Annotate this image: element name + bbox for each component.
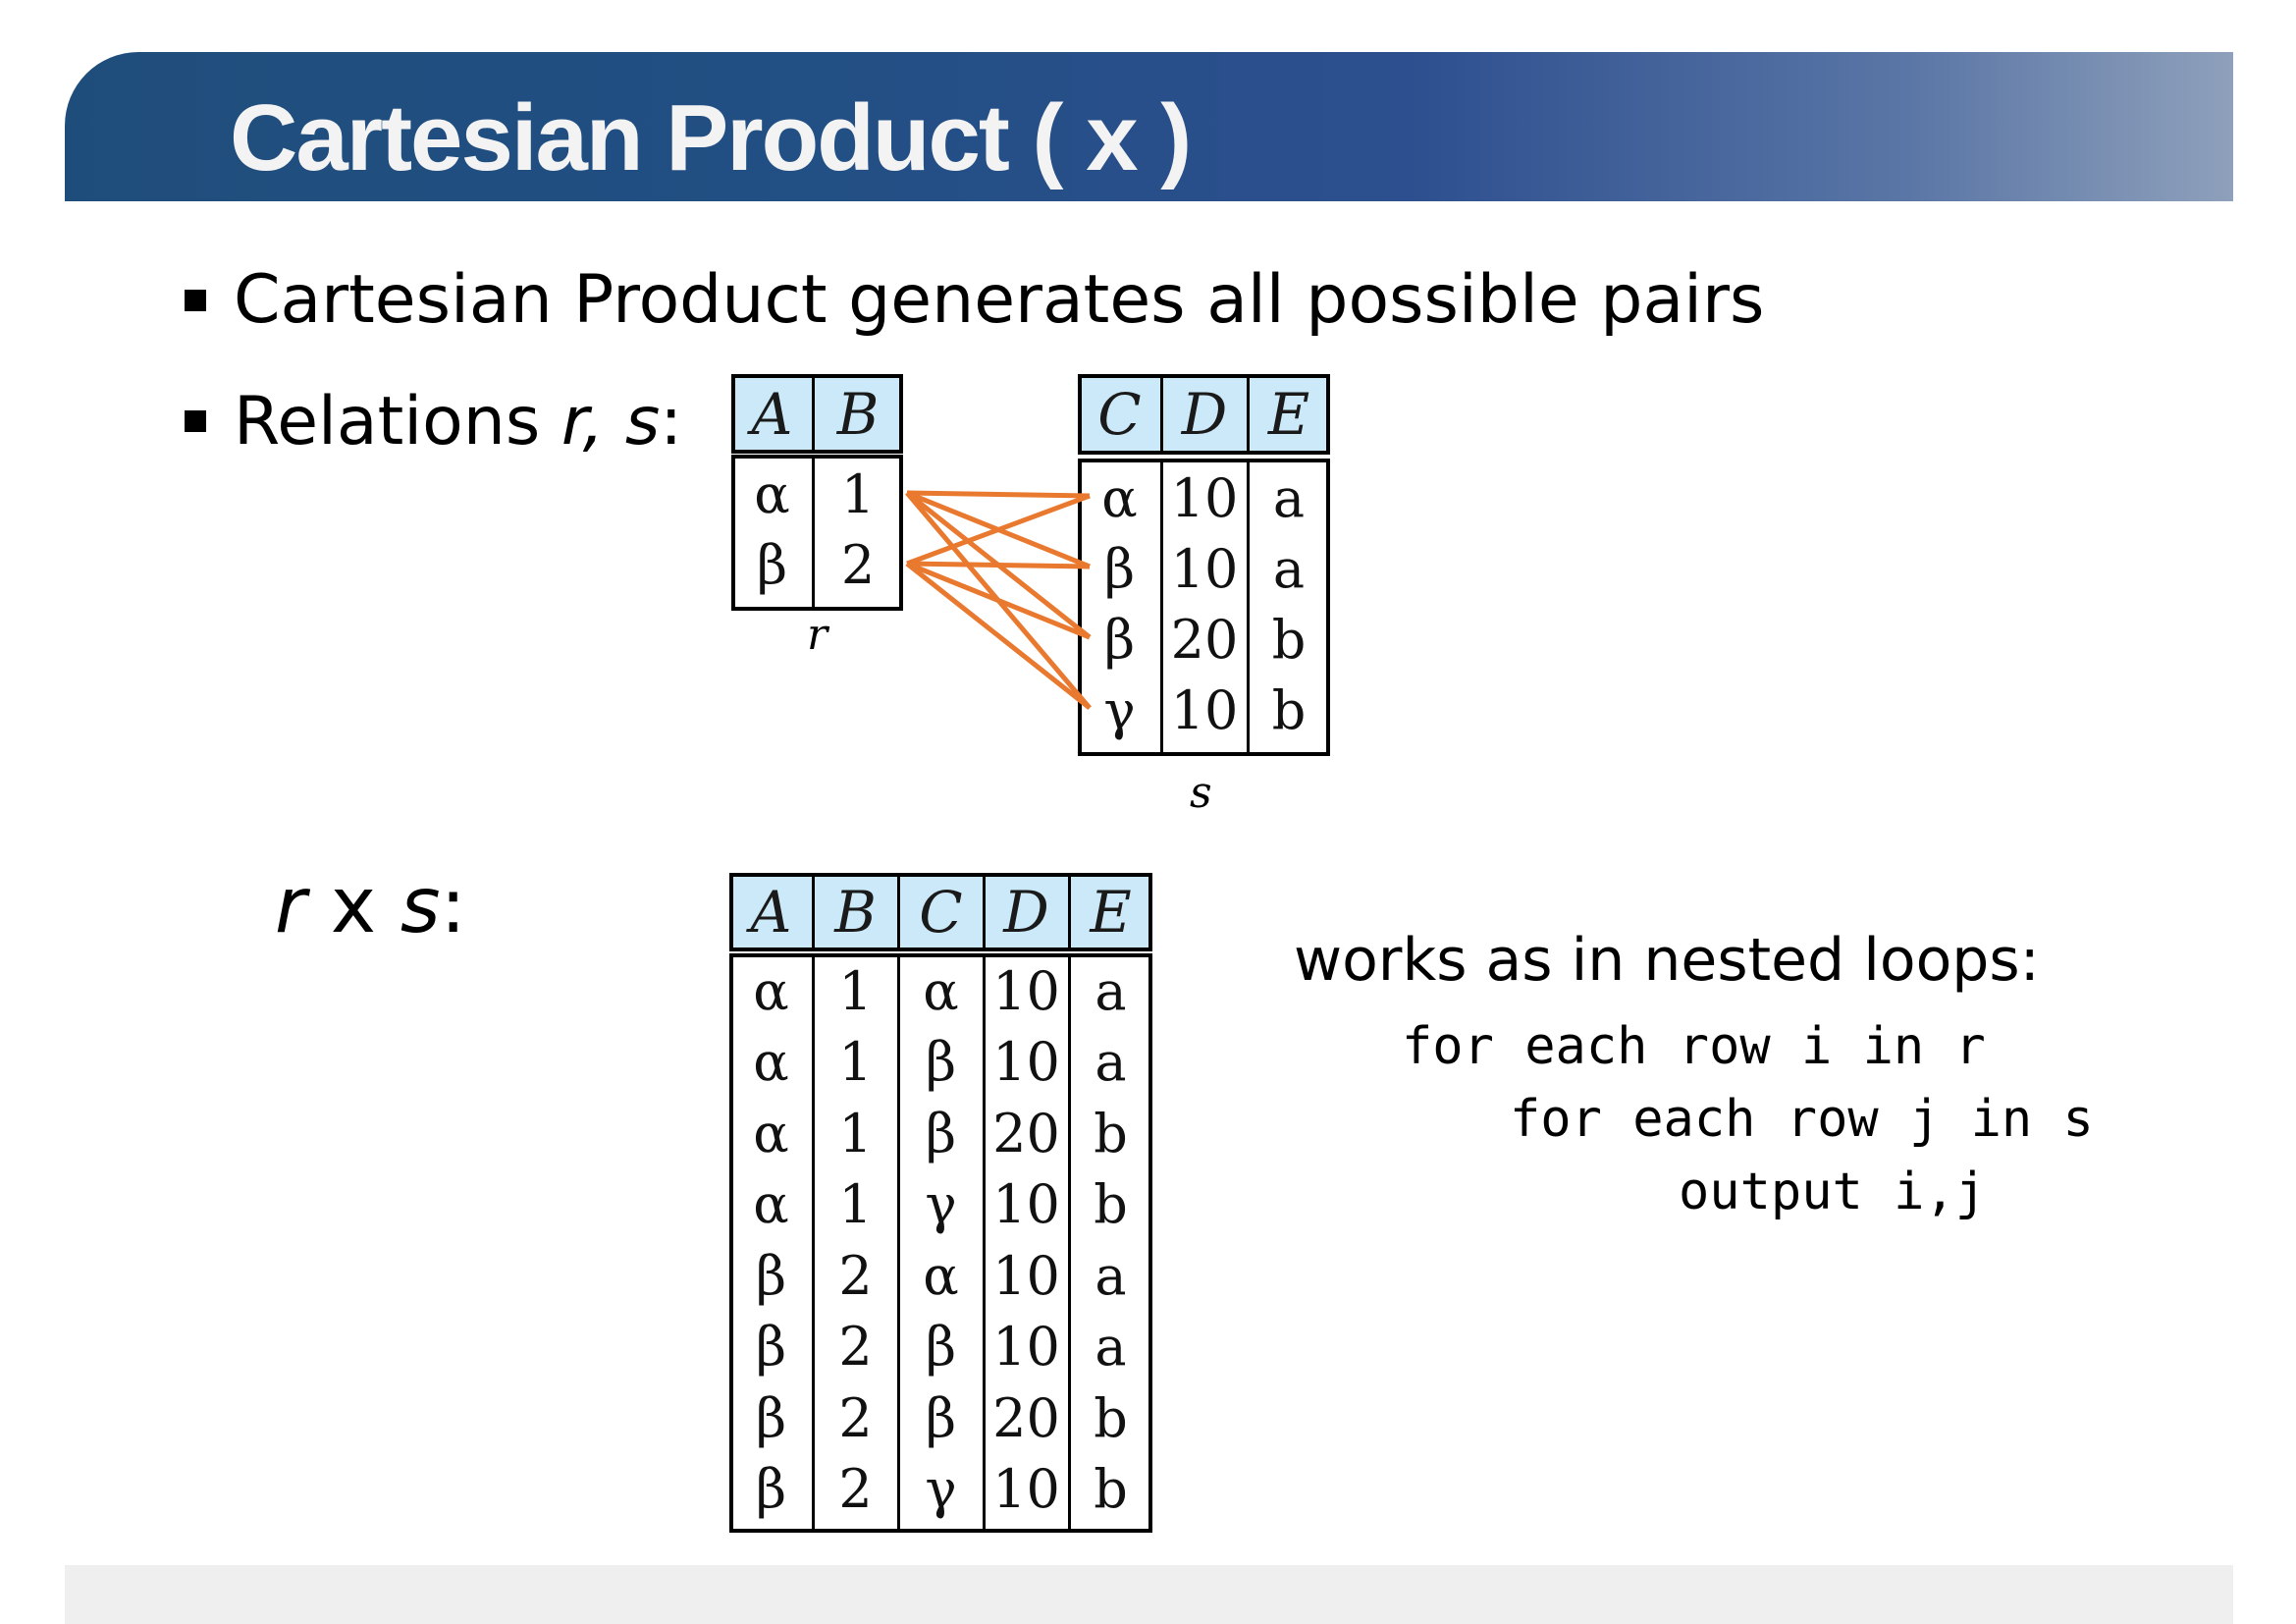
product-label-r: r <box>275 862 307 950</box>
product-cell: 20 <box>992 1386 1060 1449</box>
code-line-outer-loop: for each row i in r <box>1402 1017 1986 1076</box>
product-cell: a <box>1095 959 1127 1022</box>
product-cell: 2 <box>838 1386 873 1449</box>
product-cell: β <box>925 1102 957 1164</box>
relation-s-label: s <box>1190 768 1212 818</box>
relation-r-cell: β <box>756 533 788 596</box>
product-cell: α <box>923 1244 959 1307</box>
bullet-marker <box>185 290 206 311</box>
product-cell: β <box>925 1386 957 1449</box>
relation-s-cell: a <box>1272 537 1306 600</box>
product-header-e: E <box>1090 879 1132 946</box>
product-cell: α <box>753 959 789 1022</box>
bullet-relations-prefix: Relations <box>234 383 561 460</box>
bullet-relations-vars: r, s <box>561 383 661 460</box>
pair-connector-line <box>906 493 1091 567</box>
relation-s-cell: α <box>1101 466 1138 529</box>
product-label: r x s: <box>275 862 466 950</box>
relation-s-cell: 10 <box>1170 537 1239 600</box>
relation-s-cell: a <box>1272 466 1306 529</box>
pair-connector-line <box>906 490 1091 569</box>
product-cell: β <box>755 1458 787 1521</box>
product-cell: a <box>1095 1031 1127 1094</box>
product-header-c: C <box>919 879 963 946</box>
pair-connector-line <box>906 561 1091 569</box>
product-cell: 2 <box>838 1316 873 1379</box>
product-cell: 1 <box>838 1102 873 1164</box>
code-line-output: output i,j <box>1679 1163 1987 1221</box>
relation-s-cell: β <box>1103 608 1136 671</box>
pair-connector-line <box>906 490 1091 499</box>
pair-connector-line <box>905 491 1092 639</box>
product-cell: α <box>753 1173 789 1236</box>
product-cell: b <box>1094 1102 1128 1164</box>
pair-connector-line <box>905 491 1092 710</box>
bullet-relations: Relations r, s: <box>234 383 682 461</box>
pair-connector-line <box>905 562 1092 710</box>
product-cell: 20 <box>992 1102 1060 1164</box>
product-cell: a <box>1095 1244 1127 1307</box>
product-cell: γ <box>925 1173 957 1236</box>
product-cell: α <box>753 1102 789 1164</box>
product-cell: 10 <box>992 1031 1060 1094</box>
product-label-x: x <box>306 862 400 950</box>
product-label-s: s <box>400 862 441 950</box>
product-cell: 2 <box>838 1244 873 1307</box>
footer-bar <box>65 1565 2233 1624</box>
product-cell: 10 <box>992 959 1060 1022</box>
relation-s-cell: b <box>1271 678 1307 741</box>
relation-r-cell: α <box>754 462 790 525</box>
relation-s-cell: 10 <box>1170 466 1239 529</box>
product-cell: β <box>755 1316 787 1379</box>
product-cell: β <box>755 1244 787 1307</box>
product-cell: β <box>925 1316 957 1379</box>
relation-r-header-b: B <box>836 380 880 448</box>
product-cell: 10 <box>992 1458 1060 1521</box>
product-cell: 1 <box>838 1173 873 1236</box>
product-header-a: A <box>750 879 792 946</box>
product-cell: b <box>1094 1458 1128 1521</box>
product-cell: a <box>1095 1316 1127 1379</box>
product-cell: b <box>1094 1386 1128 1449</box>
bullet-marker <box>185 410 206 432</box>
relation-r-label: r <box>807 610 828 660</box>
product-cell: β <box>755 1386 787 1449</box>
product-cell: 10 <box>992 1173 1060 1236</box>
slide-title: Cartesian Product ( x ) <box>230 85 1192 190</box>
relation-s-cell: γ <box>1103 678 1136 741</box>
product-cell: 1 <box>838 1031 873 1094</box>
relation-s-header-e: E <box>1267 381 1310 448</box>
product-cell: b <box>1094 1173 1128 1236</box>
relation-r-cell: 2 <box>840 533 876 596</box>
code-line-inner-loop: for each row j in s <box>1510 1090 2094 1149</box>
product-cell: α <box>923 959 959 1022</box>
product-cell: 10 <box>992 1244 1060 1307</box>
product-cell: α <box>753 1031 789 1094</box>
relation-s-cell: b <box>1271 608 1307 671</box>
relation-r-header-a: A <box>751 380 793 448</box>
nested-loops-heading: works as in nested loops: <box>1294 926 2040 995</box>
relation-r-cell: 1 <box>840 462 876 525</box>
pair-connector-line <box>906 561 1091 640</box>
relation-s-header-c: C <box>1097 381 1142 448</box>
product-header-d: D <box>1003 879 1049 946</box>
product-cell: 1 <box>838 959 873 1022</box>
product-header-b: B <box>834 879 877 946</box>
relation-s-header-d: D <box>1181 381 1228 448</box>
product-cell: 2 <box>838 1458 873 1521</box>
product-cell: β <box>925 1031 957 1094</box>
relation-s-cell: 10 <box>1170 678 1239 741</box>
relation-s-cell: 20 <box>1170 608 1239 671</box>
bullet-cartesian: Cartesian Product generates all possible… <box>234 261 1765 339</box>
relation-s-cell: β <box>1103 537 1136 600</box>
bullet-relations-suffix: : <box>660 383 683 460</box>
product-cell: 10 <box>992 1316 1060 1379</box>
product-cell: γ <box>925 1458 957 1521</box>
product-label-colon: : <box>440 862 466 950</box>
